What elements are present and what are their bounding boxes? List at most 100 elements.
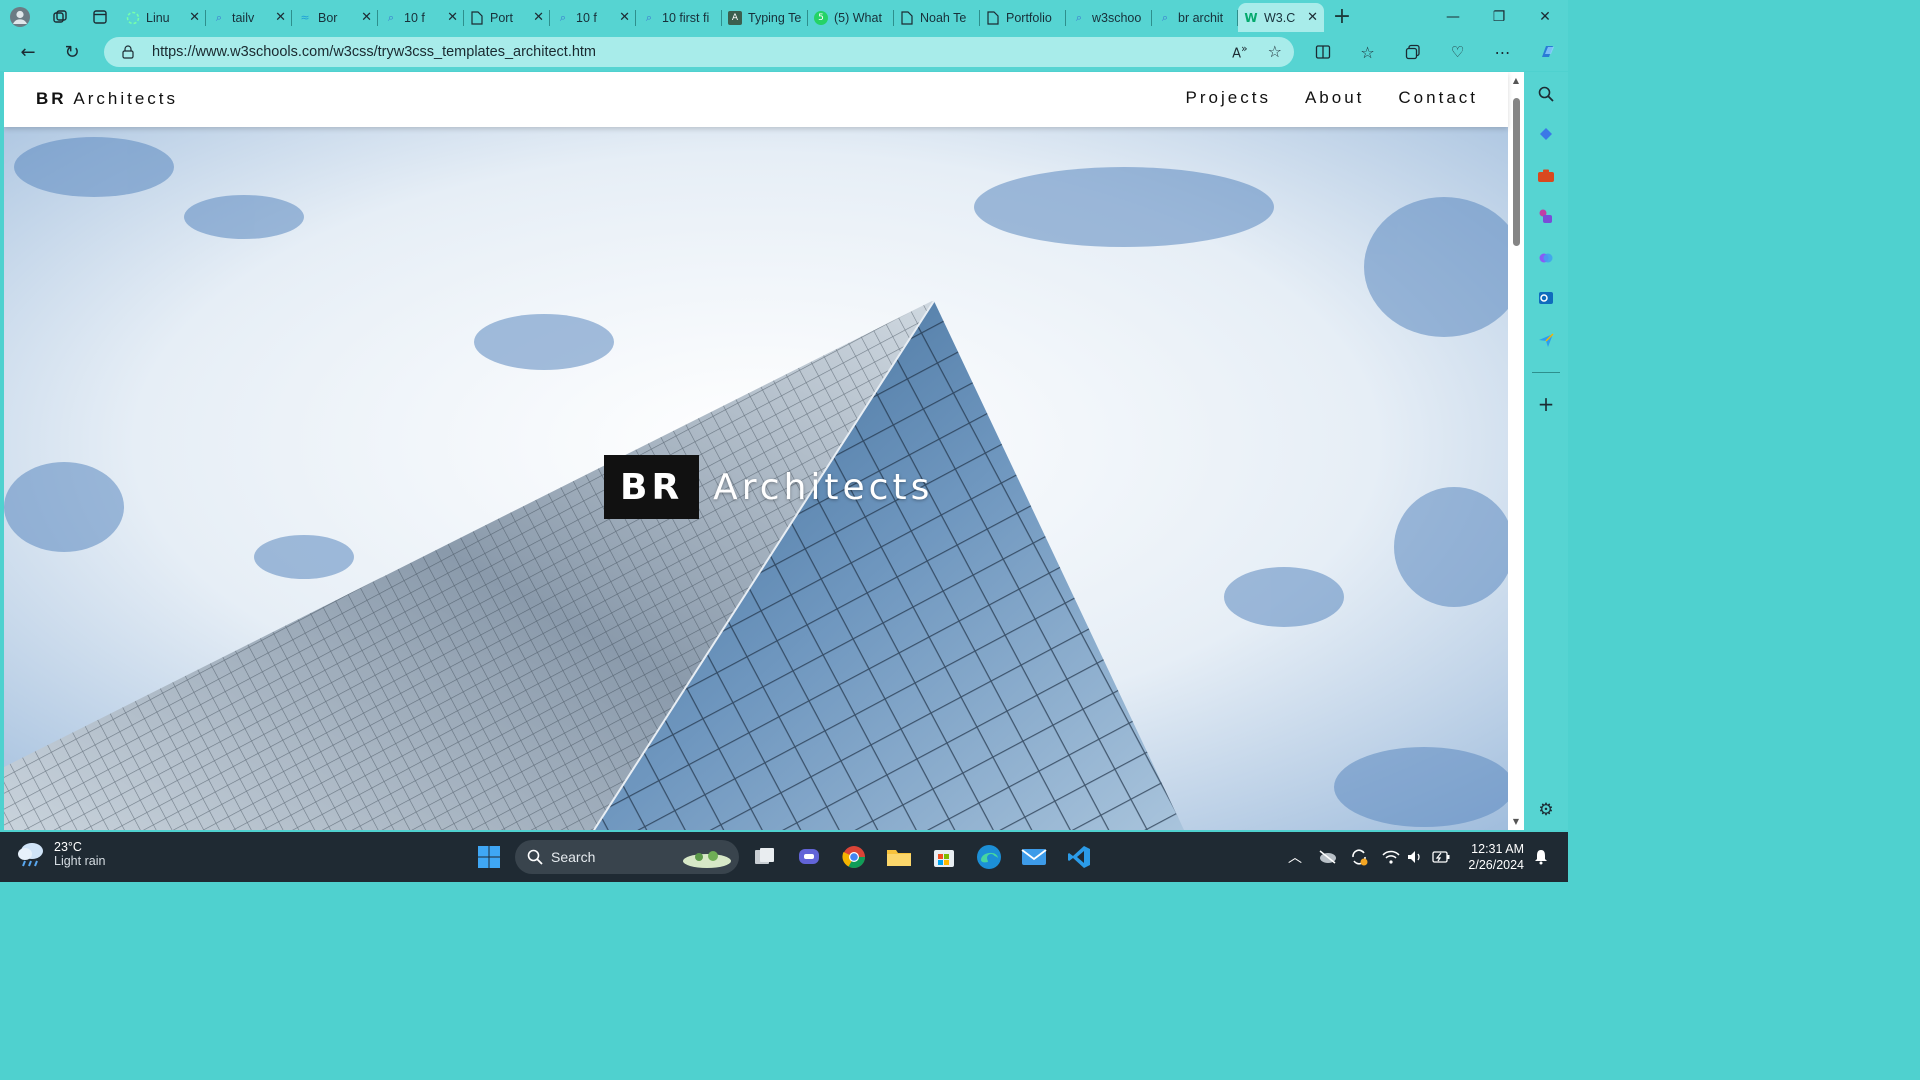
battery-icon[interactable]: [1426, 842, 1456, 872]
tab-actions-icon: [93, 9, 107, 24]
url-text[interactable]: https://www.w3schools.com/w3css/tryw3css…: [152, 44, 596, 60]
clock-time: 12:31 AM: [1471, 842, 1524, 856]
browser-tab[interactable]: Portfolio: [980, 3, 1066, 32]
refresh-button[interactable]: ↻: [50, 33, 94, 71]
read-aloud-icon[interactable]: A»: [1232, 42, 1248, 61]
browser-tab[interactable]: ⌕ w3schoo: [1066, 3, 1152, 32]
tab-actions-button[interactable]: [80, 0, 120, 33]
tailwind-icon: ≈: [300, 11, 310, 24]
address-bar[interactable]: https://www.w3schools.com/w3css/tryw3css…: [104, 37, 1294, 67]
search-icon: ⌕: [215, 10, 223, 24]
tab-title: w3schoo: [1092, 10, 1142, 25]
browser-tab[interactable]: Linu ✕: [120, 3, 206, 32]
back-button[interactable]: ←: [6, 33, 50, 71]
taskbar-search[interactable]: Search: [515, 840, 739, 874]
sidebar-shopping-icon[interactable]: [1536, 124, 1556, 144]
nav-link-contact[interactable]: Contact: [1398, 88, 1478, 108]
teams-chat-icon[interactable]: [794, 842, 824, 872]
browser-tab[interactable]: ≈ Bor ✕: [292, 3, 378, 32]
file-explorer-icon[interactable]: [884, 842, 914, 872]
close-tab-icon[interactable]: ✕: [619, 10, 630, 25]
collections-icon[interactable]: [1390, 33, 1435, 71]
favorites-icon[interactable]: ☆: [1345, 33, 1390, 71]
close-tab-icon[interactable]: ✕: [533, 10, 544, 25]
more-options-icon[interactable]: ⋯: [1480, 33, 1525, 71]
windows-taskbar: 23°C Light rain Search ︿ 12:31 AM 2/26/2…: [0, 832, 1568, 882]
close-tab-icon[interactable]: ✕: [189, 10, 200, 25]
sidebar-divider: [1532, 372, 1560, 373]
minimize-icon[interactable]: —: [1430, 0, 1476, 33]
task-view-icon[interactable]: [750, 842, 780, 872]
close-tab-icon[interactable]: ✕: [1307, 10, 1318, 25]
mail-icon[interactable]: [1019, 842, 1049, 872]
windows-start-icon[interactable]: [474, 842, 504, 872]
browser-tab[interactable]: ⌕ br archit: [1152, 3, 1238, 32]
browser-tab[interactable]: ⌕ 10 f ✕: [550, 3, 636, 32]
sync-icon[interactable]: [1344, 842, 1374, 872]
browser-tab[interactable]: ⌕ 10 first fi: [636, 3, 722, 32]
site-brand-link[interactable]: BR Architects: [36, 89, 178, 109]
w3schools-icon: W: [1244, 10, 1258, 25]
search-placeholder: Search: [551, 849, 596, 865]
tab-title: Linu: [146, 10, 170, 25]
workspaces-button[interactable]: [40, 0, 80, 33]
workspaces-icon: [53, 9, 67, 23]
page-scrollbar[interactable]: ▲ ▼: [1508, 72, 1524, 830]
copilot-icon[interactable]: [1525, 33, 1570, 71]
nav-link-projects[interactable]: Projects: [1186, 88, 1271, 108]
browser-tab-active[interactable]: W W3.C ✕: [1238, 3, 1324, 32]
browser-tab[interactable]: 5 (5) What: [808, 3, 894, 32]
chevron-up-icon[interactable]: ︿: [1280, 842, 1310, 872]
scroll-down-icon[interactable]: ▼: [1511, 817, 1521, 826]
tab-title: Noah Te: [920, 10, 967, 25]
browser-tab[interactable]: Port ✕: [464, 3, 550, 32]
sidebar-settings-icon[interactable]: ⚙: [1536, 800, 1556, 820]
microsoft-store-icon[interactable]: [929, 842, 959, 872]
close-tab-icon[interactable]: ✕: [447, 10, 458, 25]
sidebar-copilot-icon[interactable]: [1536, 248, 1556, 268]
nav-link-about[interactable]: About: [1305, 88, 1364, 108]
sidebar-search-icon[interactable]: [1536, 84, 1556, 104]
lock-icon[interactable]: [104, 45, 152, 59]
onedrive-off-icon[interactable]: [1312, 842, 1342, 872]
scrollbar-thumb[interactable]: [1513, 98, 1520, 246]
chrome-icon[interactable]: [839, 842, 869, 872]
new-tab-button[interactable]: +: [1324, 4, 1360, 29]
tab-title: Port: [490, 10, 513, 25]
brand-text: Architects: [73, 89, 178, 108]
search-icon: ⌕: [1075, 10, 1083, 24]
browser-tab[interactable]: ⌕ 10 f ✕: [378, 3, 464, 32]
sidebar-tools-icon[interactable]: [1536, 166, 1556, 186]
profile-avatar[interactable]: [0, 0, 40, 33]
rain-cloud-icon: [18, 843, 43, 867]
notification-bell-icon[interactable]: [1526, 842, 1556, 872]
hero-title-box: BR: [604, 455, 700, 519]
tab-title: (5) What: [834, 10, 882, 25]
vscode-icon[interactable]: [1064, 842, 1094, 872]
sidebar-games-icon[interactable]: [1536, 206, 1556, 226]
hero-image: BR Architects: [4, 127, 1508, 830]
browser-tab[interactable]: A Typing Te: [722, 3, 808, 32]
tab-title: Typing Te: [748, 10, 802, 25]
restore-icon[interactable]: ❐: [1476, 0, 1522, 33]
sidebar-add-icon[interactable]: +: [1536, 392, 1556, 416]
search-icon: ⌕: [1161, 10, 1169, 24]
edge-browser-icon[interactable]: [974, 842, 1004, 872]
weather-widget[interactable]: 23°C Light rain: [16, 840, 105, 868]
search-icon: ⌕: [645, 10, 653, 24]
browser-tab[interactable]: ⌕ tailv ✕: [206, 3, 292, 32]
back-arrow-icon: ←: [20, 41, 36, 63]
tab-title: 10 f: [404, 10, 425, 25]
split-screen-icon[interactable]: [1300, 33, 1345, 71]
scroll-up-icon[interactable]: ▲: [1511, 76, 1521, 85]
sidebar-send-icon[interactable]: [1536, 330, 1556, 350]
close-tab-icon[interactable]: ✕: [361, 10, 372, 25]
favorite-star-icon[interactable]: ☆: [1268, 42, 1282, 61]
search-icon: [527, 849, 543, 865]
close-tab-icon[interactable]: ✕: [275, 10, 286, 25]
browser-tab[interactable]: Noah Te: [894, 3, 980, 32]
close-window-icon[interactable]: ✕: [1522, 0, 1568, 33]
sidebar-outlook-icon[interactable]: [1536, 288, 1556, 308]
taskbar-clock[interactable]: 12:31 AM 2/26/2024: [1468, 841, 1524, 873]
browser-essentials-icon[interactable]: ♡: [1435, 33, 1480, 71]
